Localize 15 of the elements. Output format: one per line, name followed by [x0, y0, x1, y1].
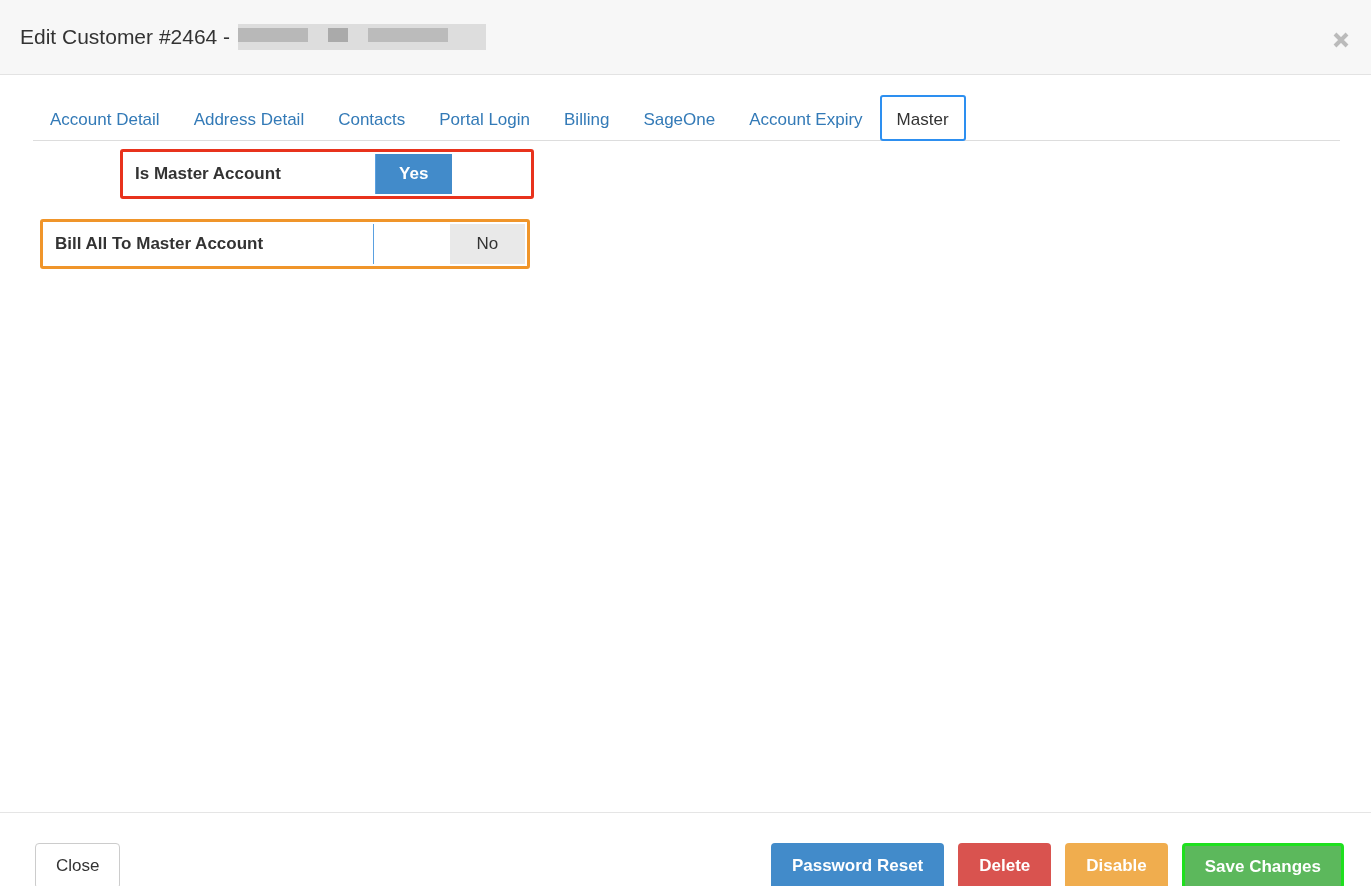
tab[interactable]: Account Detail	[33, 95, 177, 141]
tab[interactable]: Master	[879, 95, 966, 141]
tab[interactable]: SageOne	[626, 95, 733, 141]
field-label: Is Master Account	[135, 163, 282, 186]
action-button[interactable]: Delete	[958, 843, 1052, 886]
action-button[interactable]: Password Reset	[770, 843, 945, 886]
window-title: Edit Customer #2464 -	[20, 24, 231, 51]
tab[interactable]: Portal Login	[422, 95, 547, 141]
field-label: Bill All To Master Account	[55, 233, 265, 256]
tab[interactable]: Billing	[547, 95, 627, 141]
tab[interactable]: Address Detail	[176, 95, 322, 141]
action-button[interactable]: Save Changes	[1181, 843, 1344, 886]
tab[interactable]: Account Expiry	[732, 95, 880, 141]
action-button[interactable]: Close	[35, 843, 121, 886]
tab[interactable]: Contacts	[321, 95, 423, 141]
